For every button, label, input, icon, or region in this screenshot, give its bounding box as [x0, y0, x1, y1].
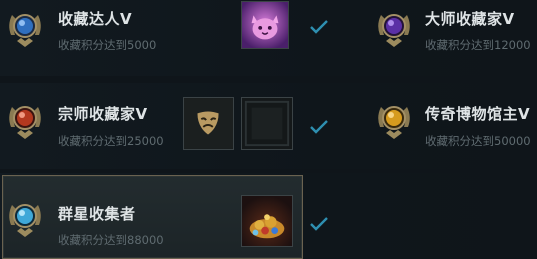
- achievement-requirement: 收藏积分达到50000: [425, 134, 531, 148]
- reward-pink-cat-icon[interactable]: [241, 1, 289, 49]
- gem-emblem-icon: [372, 5, 416, 49]
- achievement-requirement: 收藏积分达到12000: [425, 38, 531, 52]
- completed-check-icon: [310, 217, 328, 231]
- achievement-requirement: 收藏积分达到88000: [58, 233, 164, 247]
- gem-emblem-icon: [372, 97, 416, 141]
- reward-theater-mask-icon[interactable]: [183, 97, 234, 150]
- gem-emblem-icon: [3, 195, 47, 239]
- completed-check-icon: [310, 20, 328, 34]
- achievement-requirement: 收藏积分达到5000: [58, 38, 157, 52]
- gem-emblem-icon: [3, 97, 47, 141]
- reward-treasure-pile-icon[interactable]: [241, 195, 293, 247]
- completed-check-icon: [310, 120, 328, 134]
- achievement-title: 收藏达人Ⅴ: [58, 10, 133, 28]
- achievement-title: 群星收集者: [58, 205, 136, 223]
- achievement-row-2: 宗师收藏家Ⅴ 收藏积分达到25000 传奇博物馆主Ⅴ 收藏积分达到50000: [0, 83, 537, 169]
- gem-emblem-icon: [3, 5, 47, 49]
- achievement-requirement: 收藏积分达到25000: [58, 134, 164, 148]
- achievement-row-3: 群星收集者 收藏积分达到88000: [0, 173, 537, 259]
- achievement-title: 大师收藏家Ⅴ: [425, 10, 515, 28]
- reward-dark-frame-icon[interactable]: [241, 97, 293, 150]
- achievement-title: 传奇博物馆主Ⅴ: [425, 105, 531, 123]
- achievement-title: 宗师收藏家Ⅴ: [58, 105, 148, 123]
- achievement-row-1: 收藏达人Ⅴ 收藏积分达到5000 大师收藏家Ⅴ 收藏积分达到12000: [0, 0, 537, 76]
